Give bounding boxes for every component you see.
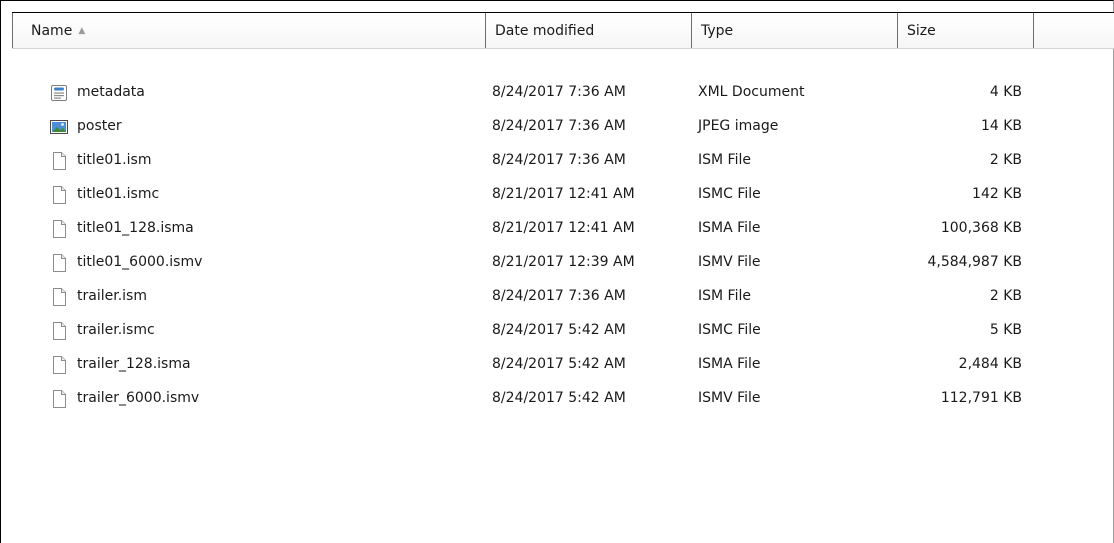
file-name-cell[interactable]: trailer_128.isma <box>49 347 479 381</box>
file-size: 2,484 KB <box>958 356 1022 372</box>
file-name: trailer_128.isma <box>77 356 191 372</box>
file-row[interactable]: trailer.ism 8/24/2017 7:36 AM ISM File 2 KB <box>1 279 1111 313</box>
file-type: ISMV File <box>698 390 761 406</box>
file-name-cell[interactable]: trailer.ism <box>49 279 479 313</box>
file-size: 4 KB <box>989 84 1022 100</box>
file-list-window: Name ▲ Date modified Type Size metadata 8/… <box>0 0 1114 543</box>
file-size: 112,791 KB <box>940 390 1022 406</box>
file-name-cell[interactable]: title01.ism <box>49 143 479 177</box>
blank-file-icon <box>49 218 69 238</box>
file-row[interactable]: title01_6000.ismv 8/21/2017 12:39 AM ISMV … <box>1 245 1111 279</box>
file-name: title01.ism <box>77 152 152 168</box>
file-size: 14 KB <box>980 118 1022 134</box>
file-type: ISMC File <box>698 186 761 202</box>
file-size: 5 KB <box>989 322 1022 338</box>
image-file-icon <box>49 116 69 136</box>
file-name-cell[interactable]: metadata <box>49 75 479 109</box>
file-type: ISMV File <box>698 254 761 270</box>
file-date-modified: 8/24/2017 7:36 AM <box>492 84 626 100</box>
file-size: 142 KB <box>972 186 1022 202</box>
file-name: poster <box>77 118 122 134</box>
file-row[interactable]: title01_128.isma 8/21/2017 12:41 AM ISMA F… <box>1 211 1111 245</box>
file-row[interactable]: trailer.ismc 8/24/2017 5:42 AM ISMC File 5 … <box>1 313 1111 347</box>
file-date-modified: 8/24/2017 5:42 AM <box>492 390 626 406</box>
file-type: ISM File <box>698 152 751 168</box>
file-row[interactable]: trailer_128.isma 8/24/2017 5:42 AM ISMA Fi… <box>1 347 1111 381</box>
file-name: trailer.ism <box>77 288 147 304</box>
file-size: 2 KB <box>989 288 1022 304</box>
file-name: title01.ismc <box>77 186 160 202</box>
file-date-modified: 8/24/2017 5:42 AM <box>492 356 626 372</box>
file-row[interactable]: title01.ism 8/24/2017 7:36 AM ISM File 2 KB <box>1 143 1111 177</box>
file-size: 100,368 KB <box>940 220 1022 236</box>
column-header-filler[interactable] <box>1034 13 1114 48</box>
file-date-modified: 8/24/2017 5:42 AM <box>492 322 626 338</box>
file-date-modified: 8/21/2017 12:41 AM <box>492 186 635 202</box>
file-date-modified: 8/21/2017 12:39 AM <box>492 254 635 270</box>
xml-document-icon <box>49 82 69 102</box>
file-name-cell[interactable]: title01.ismc <box>49 177 479 211</box>
file-name-cell[interactable]: trailer_6000.ismv <box>49 381 479 415</box>
column-header-size-label: Size <box>907 23 936 39</box>
file-name: metadata <box>77 84 145 100</box>
blank-file-icon <box>49 320 69 340</box>
file-type: ISMA File <box>698 220 761 236</box>
file-date-modified: 8/21/2017 12:41 AM <box>492 220 635 236</box>
column-header-name-label: Name <box>31 23 73 39</box>
column-header-name[interactable]: Name ▲ <box>12 13 486 48</box>
file-type: ISMA File <box>698 356 761 372</box>
file-name-cell[interactable]: poster <box>49 109 479 143</box>
blank-file-icon <box>49 252 69 272</box>
column-header-size[interactable]: Size <box>898 13 1034 48</box>
column-header-bar: Name ▲ Date modified Type Size <box>12 12 1114 49</box>
file-name-cell[interactable]: title01_6000.ismv <box>49 245 479 279</box>
file-name: trailer.ismc <box>77 322 155 338</box>
file-row[interactable]: poster 8/24/2017 7:36 AM JPEG image 14 KB <box>1 109 1111 143</box>
column-header-date-modified[interactable]: Date modified <box>486 13 692 48</box>
column-header-date-label: Date modified <box>495 23 595 39</box>
file-name: trailer_6000.ismv <box>77 390 200 406</box>
file-date-modified: 8/24/2017 7:36 AM <box>492 288 626 304</box>
sort-ascending-icon: ▲ <box>78 26 86 36</box>
file-type: ISM File <box>698 288 751 304</box>
column-header-type-label: Type <box>701 23 734 39</box>
file-type: ISMC File <box>698 322 761 338</box>
blank-file-icon <box>49 286 69 306</box>
file-row[interactable]: metadata 8/24/2017 7:36 AM XML Document 4 K… <box>1 75 1111 109</box>
file-row[interactable]: trailer_6000.ismv 8/24/2017 5:42 AM ISMV F… <box>1 381 1111 415</box>
file-row[interactable]: title01.ismc 8/21/2017 12:41 AM ISMC File 1… <box>1 177 1111 211</box>
file-type: XML Document <box>698 84 805 100</box>
file-date-modified: 8/24/2017 7:36 AM <box>492 118 626 134</box>
file-name-cell[interactable]: trailer.ismc <box>49 313 479 347</box>
file-name-cell[interactable]: title01_128.isma <box>49 211 479 245</box>
file-size: 2 KB <box>989 152 1022 168</box>
file-list: metadata 8/24/2017 7:36 AM XML Document 4 K… <box>1 75 1111 415</box>
blank-file-icon <box>49 388 69 408</box>
file-type: JPEG image <box>698 118 779 134</box>
file-size: 4,584,987 KB <box>927 254 1023 270</box>
file-date-modified: 8/24/2017 7:36 AM <box>492 152 626 168</box>
blank-file-icon <box>49 354 69 374</box>
file-name: title01_6000.ismv <box>77 254 203 270</box>
blank-file-icon <box>49 150 69 170</box>
file-name: title01_128.isma <box>77 220 194 236</box>
blank-file-icon <box>49 184 69 204</box>
column-header-type[interactable]: Type <box>692 13 898 48</box>
